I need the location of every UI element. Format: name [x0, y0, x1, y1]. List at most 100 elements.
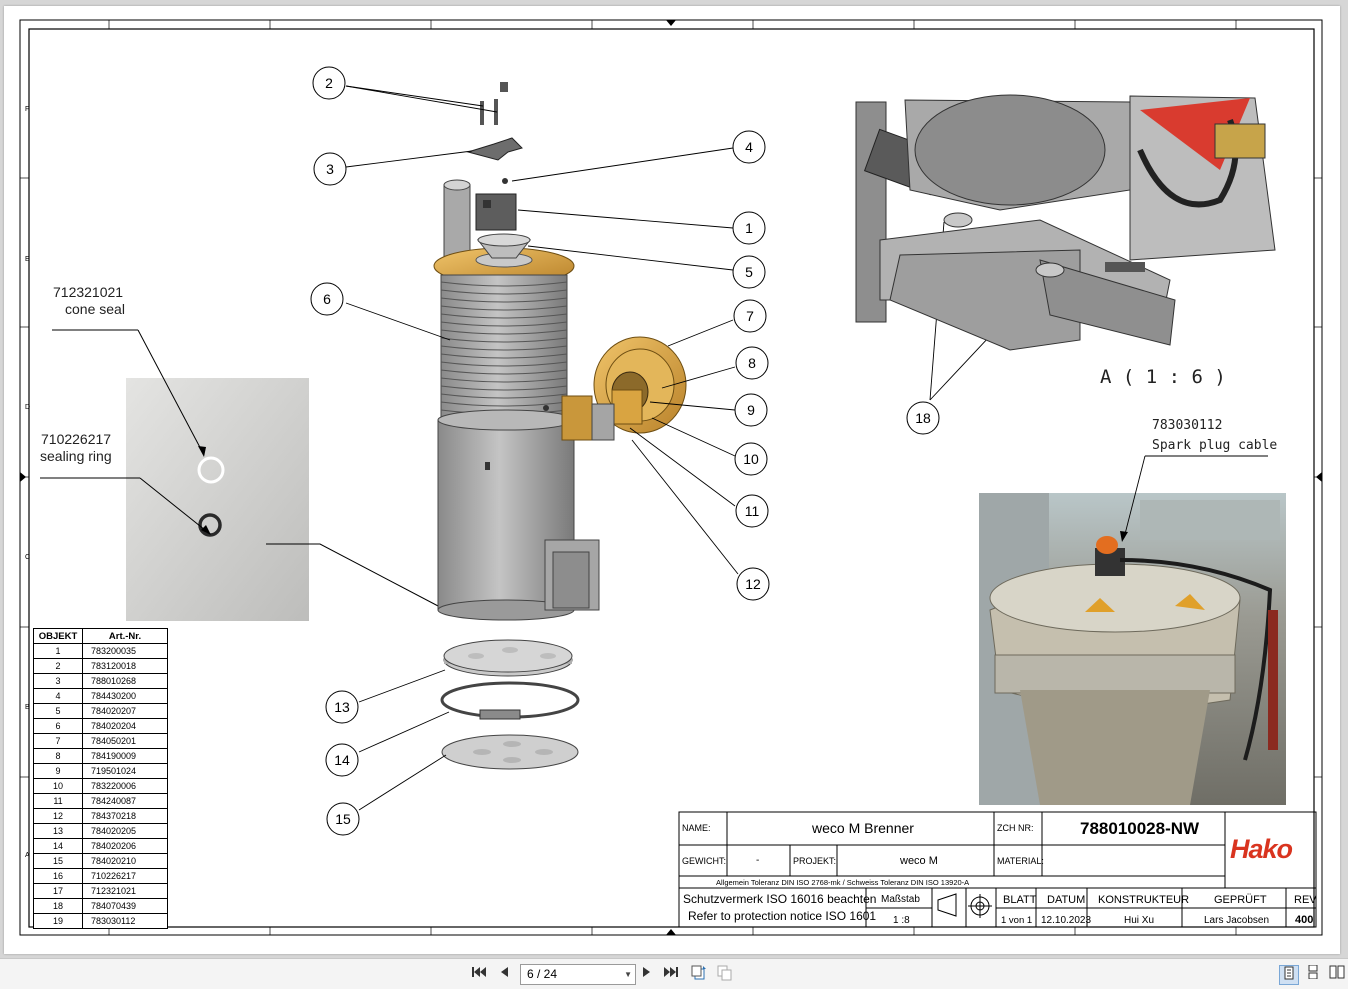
bom-artnr-cell: 783120018 [82, 658, 168, 674]
blatt-value: 1 von 1 [1001, 915, 1033, 926]
bom-artnr-cell: 783200035 [82, 643, 168, 659]
bom-artnr-cell: 784370218 [82, 808, 168, 824]
callout-number: 3 [326, 161, 334, 177]
next-page-button[interactable] [638, 965, 656, 983]
bom-objekt-cell: 19 [33, 913, 83, 929]
bom-artnr-cell: 784020206 [82, 838, 168, 854]
two-page-view-button[interactable] [1328, 965, 1346, 983]
bom-objekt-cell: 7 [33, 733, 83, 749]
callout-number: 9 [747, 402, 755, 418]
konstrukteur-value: Hui Xu [1124, 915, 1155, 926]
single-page-view-icon [1284, 966, 1294, 980]
bom-objekt-cell: 4 [33, 688, 83, 704]
hako-logo: Hako [1230, 834, 1293, 864]
table-row: 16 710226217 [33, 868, 168, 884]
frame-letter-f: F [25, 106, 30, 113]
bom-artnr-cell: 783030112 [82, 913, 168, 929]
callout-number: 1 [745, 220, 753, 236]
projection-symbol-icon [937, 893, 992, 918]
chevron-down-icon: ▼ [624, 970, 632, 979]
bom-artnr-cell: 784050201 [82, 733, 168, 749]
konstrukteur-label: KONSTRUKTEUR [1098, 894, 1190, 906]
last-page-icon [664, 967, 678, 977]
bom-artnr-cell: 719501024 [82, 763, 168, 779]
bom-objekt-cell: 17 [33, 883, 83, 899]
protection-notice-en: Refer to protection notice ISO 1601 [688, 909, 877, 923]
bom-objekt-cell: 2 [33, 658, 83, 674]
scale-label: Maßstab [881, 894, 920, 905]
seal-photo [126, 378, 309, 621]
base-parts [440, 639, 580, 770]
bom-artnr-cell: 784190009 [82, 748, 168, 764]
viewer-toolbar: 6 / 24 ▼ [0, 958, 1348, 989]
detail-view-a [855, 94, 1276, 351]
geprueft-label: GEPRÜFT [1214, 894, 1267, 906]
bom-artnr-cell: 784020204 [82, 718, 168, 734]
callout-number: 10 [743, 451, 759, 467]
previous-page-button[interactable] [495, 965, 513, 983]
cable-name: Spark plug cable [1152, 438, 1278, 453]
sealing-ring-name: sealing ring [40, 448, 112, 464]
document-viewer: 1 2 3 4 5 6 7 8 9 10 11 12 13 14 15 18 F E D C B A 7123… [0, 0, 1348, 958]
bom-objekt-cell: 14 [33, 838, 83, 854]
bom-header-row: OBJEKT Art.-Nr. [33, 628, 168, 644]
table-row: 2 783120018 [33, 658, 168, 674]
cone-seal-code: 712321021 [53, 284, 124, 300]
table-row: 8 784190009 [33, 748, 168, 764]
bom-header-objekt: OBJEKT [33, 628, 83, 644]
rotate-view-icon [691, 965, 706, 980]
table-row: 11 784240087 [33, 793, 168, 809]
bom-objekt-cell: 18 [33, 898, 83, 914]
continuous-view-button[interactable] [1304, 964, 1322, 983]
drawing-number: 788010028-NW [1080, 819, 1200, 838]
rev-value: 400 [1295, 914, 1314, 926]
callout-number: 18 [915, 410, 931, 426]
bom-artnr-cell: 784070439 [82, 898, 168, 914]
bom-objekt-cell: 9 [33, 763, 83, 779]
table-row: 5 784020207 [33, 703, 168, 719]
bom-artnr-cell: 710226217 [82, 868, 168, 884]
callout-number: 7 [746, 308, 754, 324]
continuous-view-icon [1308, 964, 1318, 980]
callout-number: 5 [745, 264, 753, 280]
callout-number: 4 [745, 139, 753, 155]
table-row: 12 784370218 [33, 808, 168, 824]
scale-value: 1 :8 [893, 915, 910, 926]
bom-artnr-cell: 784020205 [82, 823, 168, 839]
name-label: NAME: [682, 823, 711, 833]
frame-letter-b: B [25, 704, 30, 711]
rotate-view-button[interactable] [690, 965, 708, 983]
detail-view-label: A ( 1 : 6 ) [1100, 366, 1226, 388]
callout-number: 13 [334, 699, 350, 715]
bom-header-artnr: Art.-Nr. [82, 628, 168, 644]
drawing-sheet: 1 2 3 4 5 6 7 8 9 10 11 12 13 14 15 18 F E D C B A 7123… [4, 6, 1340, 954]
datum-value: 12.10.2023 [1041, 915, 1092, 926]
frame-letter-c: C [25, 554, 31, 561]
bom-objekt-cell: 5 [33, 703, 83, 719]
frame-letter-a: A [25, 852, 30, 859]
callout-number: 11 [745, 503, 760, 519]
single-page-view-button[interactable] [1279, 965, 1299, 985]
rotate-view-alt-button[interactable] [716, 965, 734, 983]
rotate-view-alt-icon [717, 965, 732, 981]
protection-notice-de: Schutzvermerk ISO 16016 beachten [683, 892, 877, 906]
table-row: 4 784430200 [33, 688, 168, 704]
geprueft-value: Lars Jacobsen [1204, 915, 1270, 926]
bom-objekt-cell: 12 [33, 808, 83, 824]
blatt-label: BLATT [1003, 894, 1037, 906]
first-page-button[interactable] [470, 965, 488, 983]
previous-page-icon [501, 967, 508, 977]
bom-objekt-cell: 10 [33, 778, 83, 794]
bom-artnr-cell: 784020207 [82, 703, 168, 719]
cone-seal-name: cone seal [65, 301, 125, 317]
bom-artnr-cell: 784430200 [82, 688, 168, 704]
bom-objekt-cell: 13 [33, 823, 83, 839]
two-page-view-icon [1329, 965, 1345, 979]
table-row: 7 784050201 [33, 733, 168, 749]
last-page-button[interactable] [662, 965, 680, 983]
page-number-select[interactable]: 6 / 24 ▼ [520, 964, 636, 985]
bom-artnr-cell: 784240087 [82, 793, 168, 809]
gewicht-value: - [756, 855, 760, 866]
page-number-value: 6 / 24 [527, 967, 558, 981]
bom-table: OBJEKT Art.-Nr. 1 783200035 2 783120018 3 788… [33, 628, 168, 929]
